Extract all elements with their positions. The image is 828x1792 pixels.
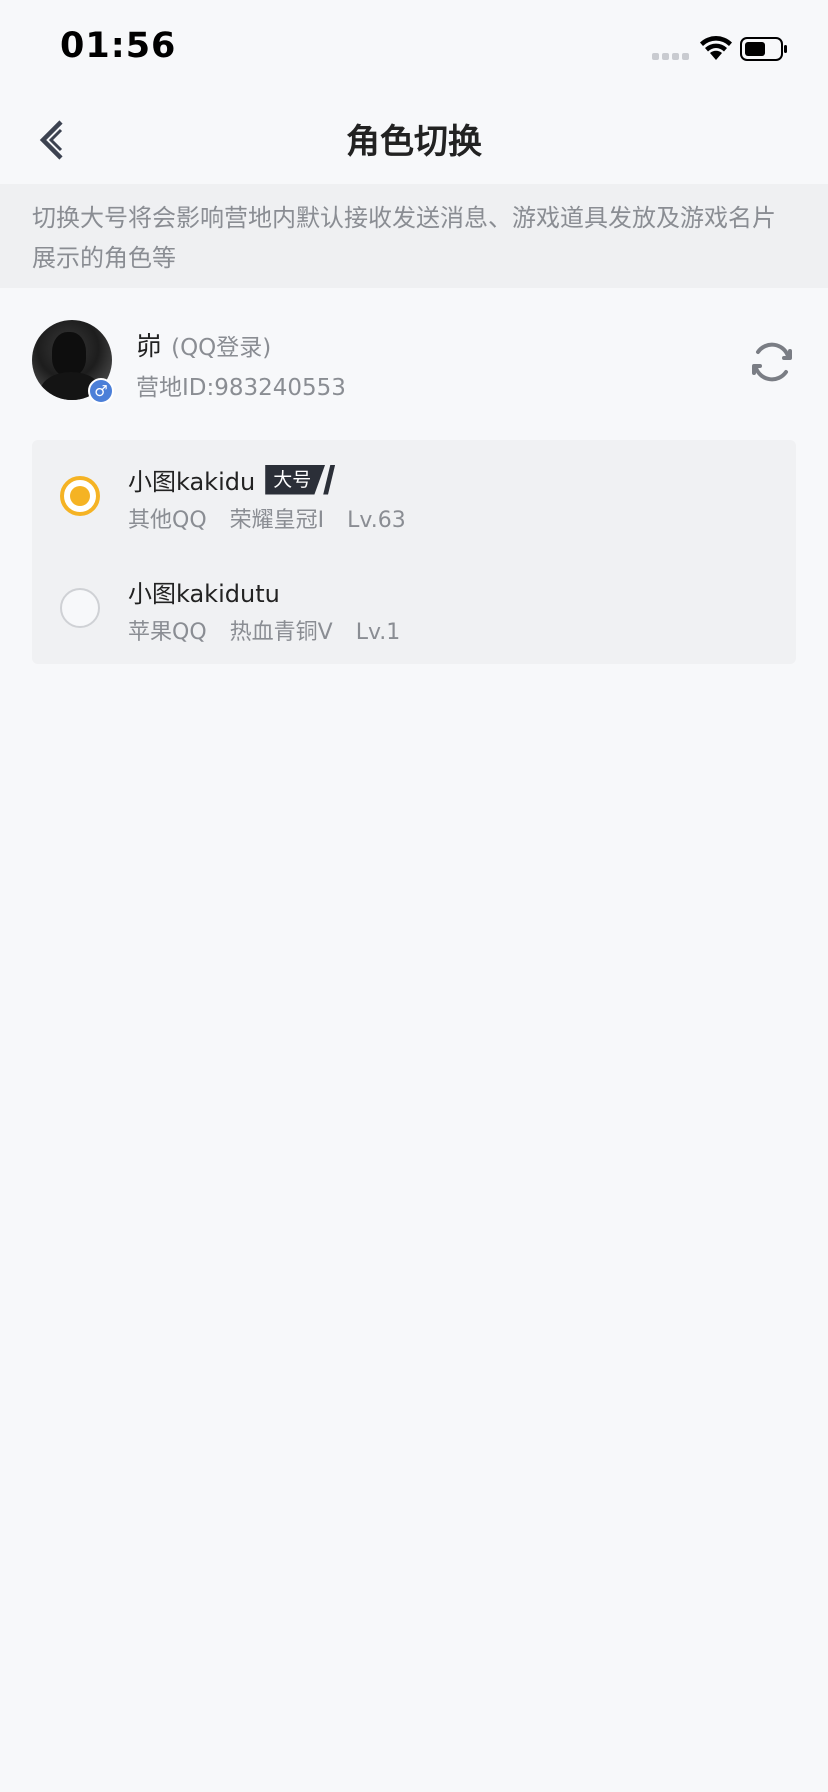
role-meta: 其他QQ 荣耀皇冠I Lv.63 bbox=[128, 502, 422, 534]
main-account-badge: 大号 bbox=[265, 464, 337, 495]
wifi-icon bbox=[700, 36, 732, 60]
role-item[interactable]: 小图kakidu 大号 其他QQ 荣耀皇冠I Lv.63 bbox=[32, 440, 796, 552]
account-name-line: 峁 (QQ登录) bbox=[136, 326, 271, 363]
role-rank: 热血青铜V bbox=[229, 620, 333, 645]
refresh-icon[interactable] bbox=[748, 338, 796, 386]
role-radio-selected[interactable] bbox=[60, 476, 100, 516]
role-level: Lv.1 bbox=[355, 620, 401, 645]
role-name-line: 小图kakidu 大号 bbox=[128, 462, 337, 497]
role-name: 小图kakidutu bbox=[128, 580, 280, 608]
role-radio-unselected[interactable] bbox=[60, 588, 100, 628]
role-platform: 苹果QQ bbox=[128, 620, 207, 645]
status-time: 01:56 bbox=[60, 26, 177, 66]
page-title: 角色切换 bbox=[346, 122, 482, 162]
main-account-badge-text: 大号 bbox=[273, 468, 312, 491]
chevron-left-icon bbox=[39, 120, 63, 160]
role-level: Lv.63 bbox=[347, 508, 406, 533]
role-meta: 苹果QQ 热血青铜V Lv.1 bbox=[128, 614, 416, 646]
cellular-signal-icon bbox=[652, 53, 692, 61]
navigation-header: 角色切换 bbox=[0, 100, 828, 184]
back-button[interactable] bbox=[28, 116, 76, 164]
role-list: 小图kakidu 大号 其他QQ 荣耀皇冠I Lv.63 小图kakidutu … bbox=[32, 440, 796, 664]
role-rank: 荣耀皇冠I bbox=[229, 508, 325, 533]
account-info: ♂ 峁 (QQ登录) 营地ID:983240553 bbox=[0, 310, 828, 414]
role-name-line: 小图kakidutu bbox=[128, 574, 280, 609]
login-type: (QQ登录) bbox=[171, 335, 272, 361]
role-item[interactable]: 小图kakidutu 苹果QQ 热血青铜V Lv.1 bbox=[32, 552, 796, 664]
battery-icon bbox=[740, 37, 787, 61]
account-name: 峁 bbox=[136, 332, 163, 362]
role-name: 小图kakidu bbox=[128, 468, 256, 496]
camp-id: 营地ID:983240553 bbox=[136, 375, 346, 401]
role-platform: 其他QQ bbox=[128, 508, 207, 533]
male-gender-icon: ♂ bbox=[88, 378, 114, 404]
status-bar: 01:56 bbox=[0, 0, 828, 100]
switch-notice: 切换大号将会影响营地内默认接收发送消息、游戏道具发放及游戏名片展示的角色等 bbox=[0, 184, 828, 288]
